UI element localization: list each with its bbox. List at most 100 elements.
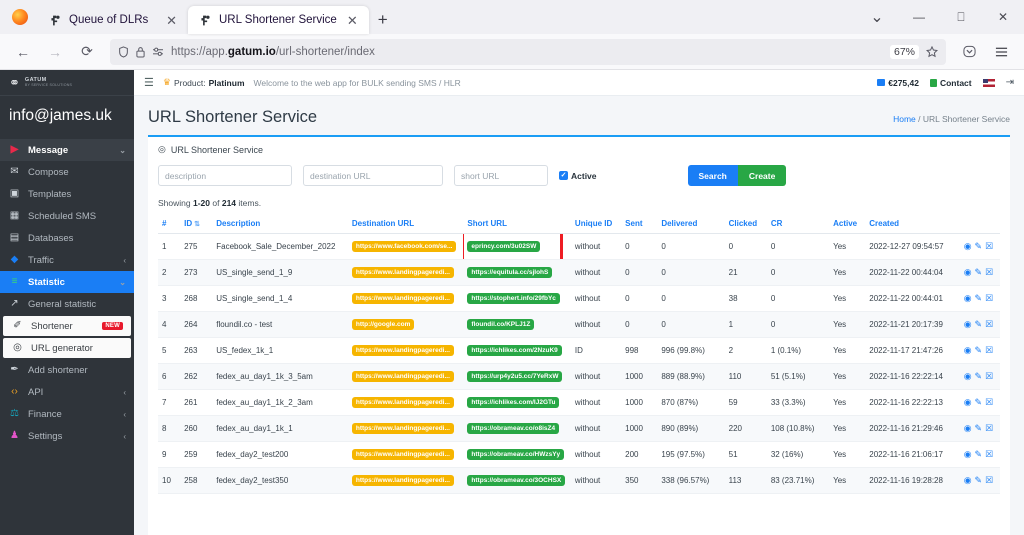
tab-close-icon[interactable]: ✕ bbox=[344, 14, 361, 27]
view-icon[interactable]: ◉ bbox=[964, 294, 972, 303]
delete-icon[interactable]: ☒ bbox=[985, 398, 993, 407]
column-header-clicked[interactable]: Clicked bbox=[724, 214, 767, 234]
column-header-id[interactable]: ID ⇅ bbox=[180, 214, 213, 234]
sidebar-item-shortener[interactable]: ✐ Shortener NEW bbox=[3, 316, 131, 336]
forward-button-icon[interactable]: → bbox=[40, 38, 70, 66]
sidebar-item-compose[interactable]: ✉ Compose bbox=[0, 161, 134, 183]
delete-icon[interactable]: ☒ bbox=[985, 450, 993, 459]
column-header-active[interactable]: Active bbox=[829, 214, 866, 234]
delete-icon[interactable]: ☒ bbox=[985, 372, 993, 381]
edit-icon[interactable]: ✎ bbox=[975, 424, 983, 433]
edit-icon[interactable]: ✎ bbox=[975, 372, 983, 381]
destination-url-badge[interactable]: https://www.landingpageredi... bbox=[351, 371, 454, 382]
sidebar-item-traffic[interactable]: ◆ Traffic ‹ bbox=[0, 249, 134, 271]
delete-icon[interactable]: ☒ bbox=[985, 346, 993, 355]
address-bar[interactable]: https://app.gatum.io/url-shortener/index… bbox=[110, 38, 946, 65]
search-button[interactable]: Search bbox=[687, 165, 738, 186]
column-header-description[interactable]: Description bbox=[212, 214, 348, 234]
destination-url-filter-input[interactable]: destination URL bbox=[303, 165, 443, 186]
column-header-short-url[interactable]: Short URL bbox=[463, 214, 571, 234]
destination-url-badge[interactable]: https://www.landingpageredi... bbox=[351, 475, 454, 486]
view-icon[interactable]: ◉ bbox=[964, 372, 972, 381]
new-tab-button[interactable]: + bbox=[378, 11, 388, 28]
destination-url-badge[interactable]: https://www.landingpageredi... bbox=[351, 423, 454, 434]
list-all-tabs-icon[interactable]: ⌄ bbox=[862, 0, 892, 34]
language-flag-icon[interactable] bbox=[982, 78, 995, 87]
short-url-badge[interactable]: https://ichlikes.com/2NzuK9 bbox=[467, 345, 562, 356]
view-icon[interactable]: ◉ bbox=[964, 424, 972, 433]
destination-url-badge[interactable]: https://www.landingpageredi... bbox=[351, 293, 454, 304]
view-icon[interactable]: ◉ bbox=[964, 268, 972, 277]
column-header--[interactable]: # bbox=[158, 214, 181, 234]
sidebar-item-url-generator[interactable]: ◎ URL generator bbox=[3, 338, 131, 358]
column-header-destination-url[interactable]: Destination URL bbox=[347, 214, 464, 234]
short-url-badge[interactable]: eprincy.com/3u02SW bbox=[467, 241, 541, 252]
delete-icon[interactable]: ☒ bbox=[985, 294, 993, 303]
view-icon[interactable]: ◉ bbox=[964, 450, 972, 459]
edit-icon[interactable]: ✎ bbox=[975, 268, 983, 277]
edit-icon[interactable]: ✎ bbox=[975, 320, 983, 329]
destination-url-badge[interactable]: https://www.facebook.com/se... bbox=[351, 241, 457, 252]
column-header-delivered[interactable]: Delivered bbox=[657, 214, 725, 234]
edit-icon[interactable]: ✎ bbox=[975, 294, 983, 303]
short-url-badge[interactable]: https://equitula.cc/sjIohS bbox=[467, 267, 553, 278]
sort-indicator-icon[interactable]: ⇅ bbox=[194, 221, 200, 228]
maximize-button[interactable]: ⎕ bbox=[940, 0, 982, 34]
minimize-button[interactable]: — bbox=[898, 0, 940, 34]
bookmark-star-icon[interactable] bbox=[926, 45, 938, 58]
destination-url-badge[interactable]: https://www.landingpageredi... bbox=[351, 449, 454, 460]
browser-tab-url-shortener-service[interactable]: URL Shortener Service ✕ bbox=[188, 6, 369, 34]
destination-url-badge[interactable]: https://www.landingpageredi... bbox=[351, 267, 454, 278]
short-url-badge[interactable]: https://stophert.info/29fbYc bbox=[467, 293, 560, 304]
reload-button-icon[interactable]: ⟳ bbox=[72, 38, 102, 66]
balance-indicator[interactable]: €275,42 bbox=[877, 78, 919, 88]
tab-close-icon[interactable]: ✕ bbox=[163, 14, 180, 27]
short-url-badge[interactable]: https://urp4y2u5.cc/7YeRxW bbox=[467, 371, 563, 382]
short-url-badge[interactable]: https://ichlikes.com/IJ2GTu bbox=[467, 397, 560, 408]
description-filter-input[interactable]: description bbox=[158, 165, 292, 186]
column-header-unique-id[interactable]: Unique ID bbox=[570, 214, 622, 234]
view-icon[interactable]: ◉ bbox=[964, 242, 972, 251]
short-url-badge[interactable]: https://obrameav.co/o8isZ4 bbox=[467, 423, 560, 434]
browser-tab-queue-of-dlrs[interactable]: Queue of DLRs ✕ bbox=[38, 6, 188, 34]
destination-url-badge[interactable]: https://www.landingpageredi... bbox=[351, 345, 454, 356]
edit-icon[interactable]: ✎ bbox=[975, 346, 983, 355]
destination-url-badge[interactable]: http://google.com bbox=[351, 319, 415, 330]
create-button[interactable]: Create bbox=[737, 165, 787, 186]
edit-icon[interactable]: ✎ bbox=[975, 476, 983, 485]
sidebar-item-api[interactable]: ‹› API ‹ bbox=[0, 381, 134, 403]
sidebar-item-databases[interactable]: ▤ Databases bbox=[0, 227, 134, 249]
save-to-pocket-icon[interactable] bbox=[954, 38, 984, 66]
delete-icon[interactable]: ☒ bbox=[985, 424, 993, 433]
short-url-badge[interactable]: https://obrameav.co/3OCHSX bbox=[467, 475, 566, 486]
short-url-badge[interactable]: floundil.co/KPLJ1Z bbox=[467, 319, 535, 330]
breadcrumb-home-link[interactable]: Home bbox=[893, 114, 916, 124]
active-checkbox[interactable]: ✓ Active bbox=[559, 171, 597, 181]
contact-link[interactable]: Contact bbox=[929, 78, 972, 88]
sidebar-item-scheduled-sms[interactable]: ▦ Scheduled SMS bbox=[0, 205, 134, 227]
column-header-sent[interactable]: Sent bbox=[621, 214, 658, 234]
sidebar-item-settings[interactable]: ♟ Settings ‹ bbox=[0, 425, 134, 447]
view-icon[interactable]: ◉ bbox=[964, 320, 972, 329]
destination-url-badge[interactable]: https://www.landingpageredi... bbox=[351, 397, 454, 408]
zoom-level-badge[interactable]: 67% bbox=[889, 44, 919, 59]
sidebar-item-add-shortener[interactable]: ✒ Add shortener bbox=[0, 359, 134, 381]
sidebar-toggle-icon[interactable]: ☰ bbox=[144, 76, 154, 89]
view-icon[interactable]: ◉ bbox=[964, 398, 972, 407]
column-header-actions[interactable] bbox=[959, 214, 1000, 234]
logout-icon[interactable]: ⇥ bbox=[1006, 77, 1014, 88]
short-url-filter-input[interactable]: short URL bbox=[454, 165, 548, 186]
sidebar-item-general-statistic[interactable]: ↗ General statistic bbox=[0, 293, 134, 315]
app-menu-icon[interactable] bbox=[986, 38, 1016, 66]
short-url-badge[interactable]: https://obrameav.co/HWzsYy bbox=[467, 449, 565, 460]
edit-icon[interactable]: ✎ bbox=[975, 450, 983, 459]
close-window-button[interactable]: ✕ bbox=[982, 0, 1024, 34]
sidebar-item-templates[interactable]: ▣ Templates bbox=[0, 183, 134, 205]
sidebar-item-message[interactable]: ▶ Message ⌄ bbox=[0, 139, 134, 161]
delete-icon[interactable]: ☒ bbox=[985, 320, 993, 329]
view-icon[interactable]: ◉ bbox=[964, 346, 972, 355]
delete-icon[interactable]: ☒ bbox=[985, 476, 993, 485]
delete-icon[interactable]: ☒ bbox=[985, 268, 993, 277]
edit-icon[interactable]: ✎ bbox=[975, 398, 983, 407]
column-header-cr[interactable]: CR bbox=[766, 214, 830, 234]
